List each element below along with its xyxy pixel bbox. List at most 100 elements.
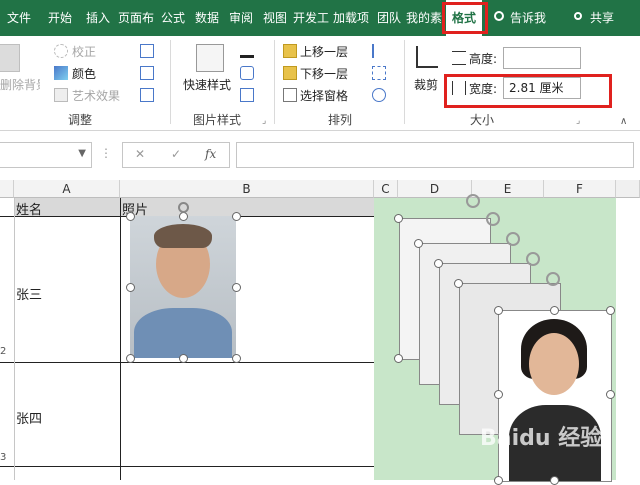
tab-page-layout[interactable]: 页面布 — [116, 0, 156, 36]
dialog-launcher-icon[interactable]: ⌟ — [262, 116, 266, 126]
remove-background-button[interactable]: 删除背景 — [0, 76, 40, 93]
tab-my-assets[interactable]: 我的素 — [406, 0, 442, 36]
bring-forward-button[interactable]: 上移一层 — [300, 43, 348, 60]
formula-input[interactable] — [236, 142, 634, 168]
rotate-handle-icon[interactable] — [466, 194, 480, 208]
tab-formulas[interactable]: 公式 — [156, 0, 190, 36]
height-field[interactable] — [503, 47, 581, 69]
row-header-border — [14, 198, 15, 480]
resize-handle[interactable] — [126, 283, 135, 292]
group-icon[interactable] — [372, 66, 386, 80]
resize-handle[interactable] — [550, 476, 559, 485]
resize-handle[interactable] — [494, 476, 503, 485]
photo-woman[interactable] — [498, 310, 612, 482]
dialog-launcher-icon[interactable]: ⌟ — [576, 116, 580, 126]
crop-button[interactable]: 裁剪 — [414, 76, 438, 93]
bring-forward-icon — [283, 44, 297, 58]
align-icon[interactable] — [372, 44, 386, 58]
group-separator — [274, 40, 275, 124]
ribbon-format: 删除背景 校正 颜色 艺术效果 调整 快速样式 图片样式 ⌟ 上移一层 下移一层… — [0, 36, 640, 131]
cancel-icon[interactable]: ✕ — [135, 147, 145, 161]
picture-layout-icon[interactable] — [240, 88, 254, 102]
row-number-3[interactable]: 3 — [0, 452, 6, 463]
table-border — [120, 198, 121, 480]
tab-data[interactable]: 数据 — [190, 0, 224, 36]
change-picture-icon[interactable] — [140, 66, 154, 80]
correct-button[interactable]: 校正 — [72, 43, 96, 60]
tab-developer[interactable]: 开发工 — [292, 0, 330, 36]
resize-handle[interactable] — [126, 212, 135, 221]
drag-handle-icon: ⋮ — [100, 146, 112, 160]
resize-handle[interactable] — [434, 259, 443, 268]
resize-handle[interactable] — [394, 214, 403, 223]
rotate-handle-icon[interactable] — [486, 212, 500, 226]
name-box[interactable]: ▼ — [0, 142, 92, 168]
column-header-b[interactable]: B — [120, 180, 374, 198]
resize-handle[interactable] — [232, 212, 241, 221]
column-header-f[interactable]: F — [544, 180, 616, 198]
color-icon — [54, 66, 68, 80]
vertical-scrollbar[interactable] — [616, 180, 640, 198]
highlight-format-tab — [442, 2, 488, 34]
formula-bar: ▼ ⋮ ✕ ✓ fx — [0, 138, 640, 172]
tab-team[interactable]: 团队 — [372, 0, 406, 36]
enter-icon[interactable]: ✓ — [171, 147, 181, 161]
resize-handle[interactable] — [606, 390, 615, 399]
tell-me-search[interactable]: 告诉我 — [510, 0, 552, 36]
color-button[interactable]: 颜色 — [72, 65, 96, 82]
lightbulb-icon — [494, 11, 504, 21]
resize-handle[interactable] — [454, 279, 463, 288]
column-header-d[interactable]: D — [398, 180, 472, 198]
tab-home[interactable]: 开始 — [40, 0, 80, 36]
rotate-icon[interactable] — [372, 88, 386, 102]
photo-man[interactable] — [130, 216, 236, 358]
tab-file[interactable]: 文件 — [0, 0, 38, 36]
compress-pictures-icon[interactable] — [140, 44, 154, 58]
quick-styles-icon — [196, 44, 224, 72]
resize-handle[interactable] — [179, 212, 188, 221]
row-number-2[interactable]: 2 — [0, 346, 6, 357]
shirt-shape — [134, 308, 232, 358]
rotate-handle-icon[interactable] — [546, 272, 560, 286]
quick-styles-button[interactable]: 快速样式 — [183, 76, 231, 93]
picture-border-icon[interactable] — [240, 44, 254, 58]
rotate-handle-icon[interactable] — [506, 232, 520, 246]
send-backward-button[interactable]: 下移一层 — [300, 65, 348, 82]
share-button[interactable]: 共享 — [590, 0, 622, 36]
rotate-handle-icon[interactable] — [178, 202, 189, 213]
selection-pane-icon — [283, 88, 297, 102]
resize-handle[interactable] — [394, 354, 403, 363]
resize-handle[interactable] — [494, 306, 503, 315]
cell-a3[interactable]: 张四 — [16, 408, 42, 427]
tab-insert[interactable]: 插入 — [80, 0, 116, 36]
column-header-a[interactable]: A — [14, 180, 120, 198]
picture-effects-icon[interactable] — [240, 66, 254, 80]
tab-review[interactable]: 审阅 — [224, 0, 258, 36]
resize-handle[interactable] — [550, 306, 559, 315]
worksheet-grid[interactable]: A B C D E F 姓名 照片 张三 张四 2 3 Baidu 经验 — [0, 180, 640, 485]
group-separator — [170, 40, 171, 124]
resize-handle[interactable] — [126, 354, 135, 363]
reset-picture-icon[interactable] — [140, 88, 154, 102]
tab-view[interactable]: 视图 — [258, 0, 292, 36]
rotate-handle-icon[interactable] — [526, 252, 540, 266]
resize-handle[interactable] — [606, 306, 615, 315]
chevron-down-icon: ▼ — [78, 148, 86, 159]
column-header-e[interactable]: E — [472, 180, 544, 198]
select-all-corner[interactable] — [0, 180, 14, 198]
tab-addins[interactable]: 加载项 — [332, 0, 370, 36]
formula-buttons: ✕ ✓ fx — [122, 142, 230, 168]
selection-pane-button[interactable]: 选择窗格 — [300, 87, 348, 104]
insert-function-icon[interactable]: fx — [205, 147, 216, 161]
resize-handle[interactable] — [179, 354, 188, 363]
resize-handle[interactable] — [414, 239, 423, 248]
art-effects-button[interactable]: 艺术效果 — [72, 87, 120, 104]
cell-a2[interactable]: 张三 — [16, 284, 42, 303]
resize-handle[interactable] — [232, 283, 241, 292]
art-effects-icon — [54, 88, 68, 102]
header-row — [14, 198, 374, 216]
collapse-ribbon-icon[interactable]: ∧ — [620, 116, 627, 127]
column-header-c[interactable]: C — [374, 180, 398, 198]
resize-handle[interactable] — [232, 354, 241, 363]
resize-handle[interactable] — [494, 390, 503, 399]
